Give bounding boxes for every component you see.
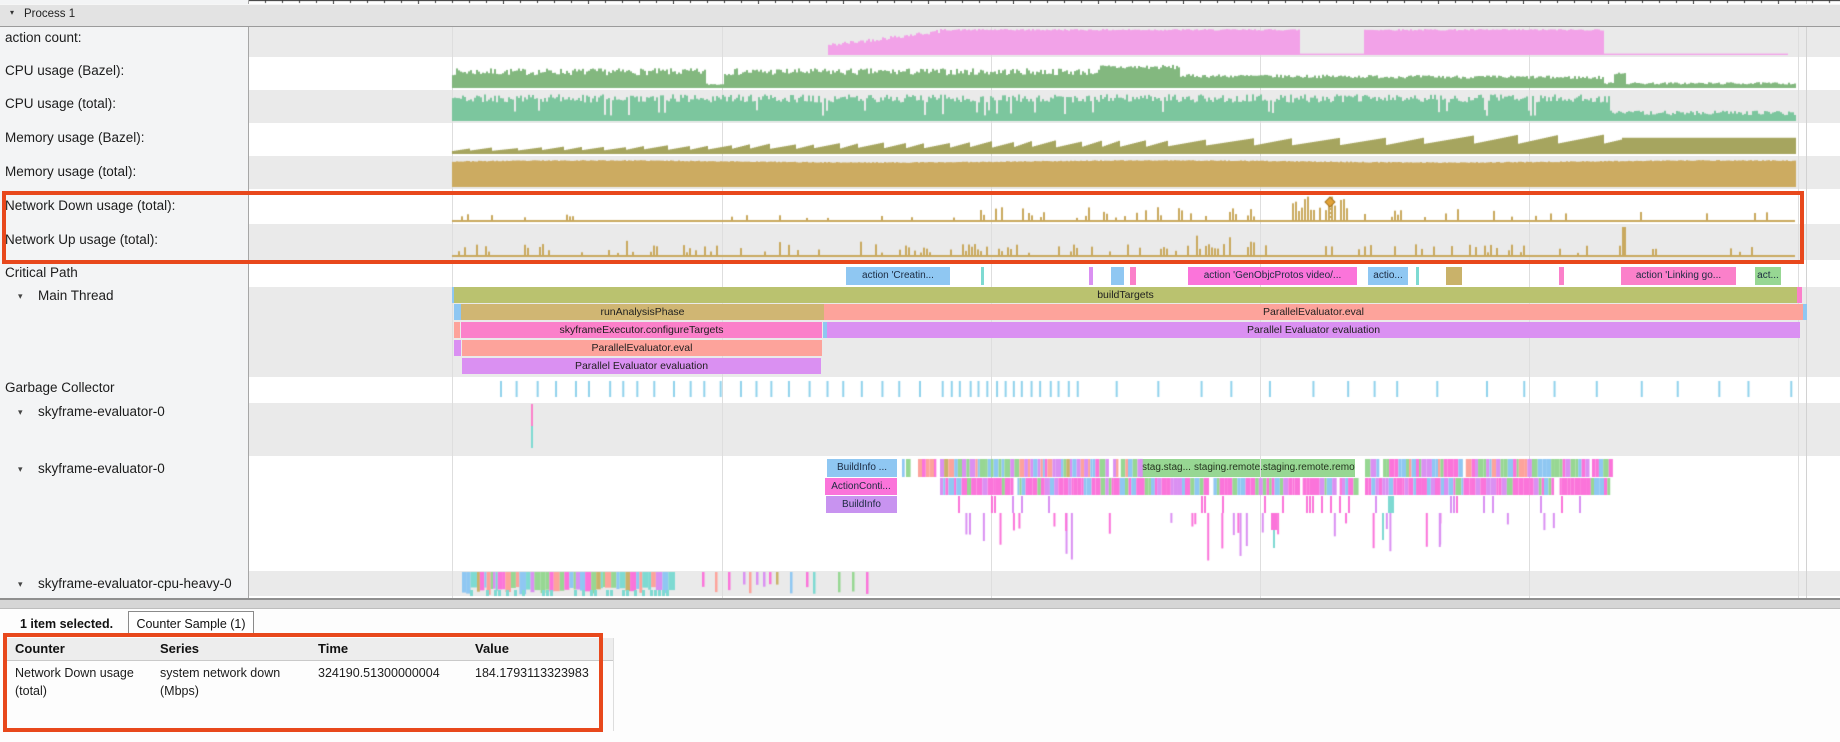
sidebar-item-skyframe-evaluator-cpu-heavy-0[interactable]: ▾ skyframe-evaluator-cpu-heavy-0 (0, 574, 246, 594)
column-header-value[interactable]: Value (475, 641, 509, 656)
sidebar-item-memory-usage-bazel[interactable]: Memory usage (Bazel): (0, 128, 246, 148)
table-cell: system network down (160, 666, 280, 680)
disclosure-triangle-icon[interactable]: ▾ (18, 459, 23, 479)
thread-slice[interactable]: Parallel Evaluator evaluation (462, 358, 821, 374)
skyframe-slice[interactable]: BuildInfo (826, 496, 897, 513)
skyframe-slice[interactable]: ActionConti... (825, 478, 897, 495)
thread-slice[interactable]: skyframeExecutor.configureTargets (461, 322, 822, 338)
sidebar-item-memory-usage-total[interactable]: Memory usage (total): (0, 162, 246, 182)
disclosure-triangle-icon[interactable]: ▾ (18, 574, 23, 594)
skyframe-slice[interactable]: BuildInfo ... (827, 459, 897, 477)
sidebar-item-garbage-collector[interactable]: Garbage Collector (0, 378, 246, 398)
track-label-text: Network Up usage (total): (5, 230, 158, 250)
sidebar-item-skyframe-evaluator-0[interactable]: ▾ skyframe-evaluator-0 (0, 459, 246, 479)
selection-status: 1 item selected. (20, 617, 113, 631)
trace-viewer: ▾ Process 1 action 'Creatin... action 'Ge… (0, 0, 1840, 742)
sidebar-item-main-thread[interactable]: ▾ Main Thread (0, 286, 246, 306)
tab-counter-sample[interactable]: Counter Sample (1) (128, 611, 254, 637)
thread-sliver[interactable] (454, 304, 461, 320)
counter-charts-canvas[interactable] (248, 25, 1808, 260)
disclosure-triangle-icon[interactable]: ▾ (18, 286, 23, 306)
critical-path-slice[interactable]: action 'Linking go... (1621, 267, 1736, 285)
track-label-text: CPU usage (total): (5, 94, 116, 114)
track-label-text: Garbage Collector (5, 378, 115, 398)
sidebar-item-cpu-usage-total[interactable]: CPU usage (total): (0, 94, 246, 114)
critical-path-slice[interactable]: action 'Creatin... (846, 267, 950, 285)
table-cell: (Mbps) (160, 684, 199, 698)
analysis-panel: 1 item selected. Counter Sample (1) Coun… (0, 609, 1840, 742)
track-label-text: Memory usage (Bazel): (5, 128, 145, 148)
thread-slice[interactable]: ParallelEvaluator.eval (462, 340, 822, 356)
column-header-time[interactable]: Time (318, 641, 348, 656)
table-cell: (total) (15, 684, 47, 698)
disclosure-triangle-icon[interactable]: ▾ (18, 402, 23, 422)
track-label-sidebar: action count: CPU usage (Bazel): CPU usage… (0, 0, 249, 598)
thread-sliver[interactable] (454, 340, 461, 356)
column-header-series[interactable]: Series (160, 641, 199, 656)
critical-path-slice[interactable]: act... (1755, 267, 1781, 285)
critical-path-sliver[interactable] (1446, 267, 1462, 285)
critical-path-sliver[interactable] (1559, 267, 1564, 285)
process-header[interactable]: ▾ Process 1 (0, 4, 1840, 27)
table-header-row: Counter Series Time Value (6, 638, 613, 661)
track-label-text: Memory usage (total): (5, 162, 136, 182)
track-label-text: action count: (5, 28, 82, 48)
sidebar-item-network-down-usage-total[interactable]: Network Down usage (total): (0, 196, 246, 216)
thread-slice[interactable]: runAnalysisPhase (461, 304, 824, 320)
track-label-text: Critical Path (5, 263, 78, 283)
sidebar-item-cpu-usage-bazel[interactable]: CPU usage (Bazel): (0, 61, 246, 81)
sidebar-item-network-up-usage-total[interactable]: Network Up usage (total): (0, 230, 246, 250)
thread-slices-canvas[interactable] (248, 377, 1840, 598)
sidebar-item-skyframe-evaluator-0[interactable]: ▾ skyframe-evaluator-0 (0, 402, 246, 422)
thread-sliver[interactable] (454, 322, 460, 338)
track-label-text: Network Down usage (total): (5, 196, 175, 216)
table-right-border (613, 638, 614, 731)
sidebar-item-action-count[interactable]: action count: (0, 28, 246, 48)
column-header-counter[interactable]: Counter (15, 641, 65, 656)
table-cell: 324190.51300000004 (318, 666, 440, 680)
track-label-text: CPU usage (Bazel): (5, 61, 124, 81)
table-cell: Network Down usage (15, 666, 134, 680)
track-label-text: skyframe-evaluator-0 (38, 459, 165, 479)
track-label-text: skyframe-evaluator-0 (38, 402, 165, 422)
critical-path-sliver[interactable] (981, 267, 984, 285)
critical-path-sliver[interactable] (1089, 267, 1093, 285)
critical-path-sliver[interactable] (1416, 267, 1419, 285)
thread-sliver[interactable] (1797, 287, 1802, 303)
thread-slice[interactable]: Parallel Evaluator evaluation (827, 322, 1800, 338)
critical-path-slice[interactable]: actio... (1368, 267, 1408, 285)
critical-path-sliver[interactable] (1130, 267, 1136, 285)
thread-slice[interactable]: buildTargets (454, 287, 1797, 303)
sidebar-item-critical-path[interactable]: Critical Path (0, 263, 246, 283)
table-cell: 184.1793113323983 (475, 666, 589, 680)
critical-path-slice[interactable]: action 'GenObjcProtos video/... (1188, 267, 1357, 285)
thread-slice[interactable]: ParallelEvaluator.eval (824, 304, 1803, 320)
collapse-arrow-icon[interactable]: ▾ (10, 8, 14, 17)
track-label-text: skyframe-evaluator-cpu-heavy-0 (38, 574, 232, 594)
thread-sliver[interactable] (1803, 304, 1807, 320)
process-title: Process 1 (24, 8, 75, 20)
panel-divider[interactable] (0, 598, 1840, 609)
critical-path-sliver[interactable] (1111, 267, 1124, 285)
track-label-text: Main Thread (38, 286, 114, 306)
